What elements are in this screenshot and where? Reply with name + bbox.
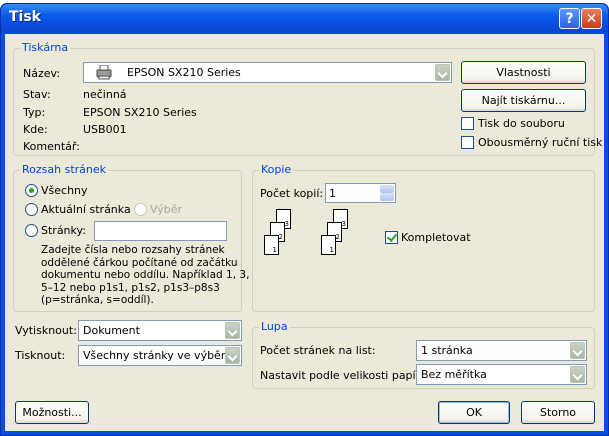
options-button[interactable]: Možnosti...: [15, 401, 89, 424]
print-which-value: Všechny stránky ve výběru: [83, 349, 233, 362]
pages-help-line: 5–12 nebo p1s1, p1s2, p1s3–p8s3: [41, 281, 220, 294]
chevron-down-icon[interactable]: [570, 366, 585, 383]
range-current-label[interactable]: Aktuální stránka: [41, 203, 131, 216]
zoom-legend: Lupa: [259, 320, 290, 333]
copies-count-label: Počet kopií:: [260, 187, 324, 200]
page-number: 3: [341, 220, 346, 228]
find-printer-button[interactable]: Najít tiskárnu...: [461, 89, 586, 112]
print-what-select[interactable]: Dokument: [78, 320, 242, 341]
dialog-body: Tiskárna Název: EPSON SX210 Series Stav:…: [5, 34, 604, 431]
pages-per-sheet-select[interactable]: 1 stránka: [416, 340, 587, 361]
pages-input[interactable]: [94, 221, 227, 241]
page-icon: 1: [264, 235, 279, 255]
chevron-down-icon[interactable]: [225, 322, 240, 339]
print-to-file-checkbox[interactable]: [461, 117, 474, 130]
print-which-select[interactable]: Všechny stránky ve výběru: [78, 345, 242, 366]
window-title: Tisk: [9, 9, 41, 25]
help-button[interactable]: ?: [559, 8, 580, 29]
close-button[interactable]: ✕: [581, 8, 602, 29]
printer-name-value: EPSON SX210 Series: [127, 66, 241, 79]
scale-label: Nastavit podle velikosti papíru:: [260, 369, 431, 382]
spin-up-icon[interactable]: [380, 185, 394, 193]
pages-help-line: dokumentu nebo oddílu. Například 1, 3,: [41, 269, 250, 281]
page-number: 3: [284, 220, 289, 228]
printer-legend: Tiskárna: [20, 41, 71, 54]
copies-legend: Kopie: [259, 163, 294, 176]
collate-checkbox[interactable]: [385, 231, 398, 244]
range-current-radio[interactable]: [25, 203, 38, 216]
where-value: USB001: [83, 123, 127, 136]
page-icon: 1: [321, 235, 336, 255]
copies-count-value: 1: [329, 187, 336, 200]
title-bar[interactable]: Tisk ? ✕: [1, 4, 608, 32]
print-what-label: Vytisknout:: [15, 324, 77, 337]
spin-down-icon[interactable]: [380, 193, 394, 201]
printer-icon: [96, 64, 112, 80]
printer-name-label: Název:: [23, 67, 61, 80]
pages-help-text: Zadejte čísla nebo rozsahy stránek odděl…: [41, 244, 249, 307]
pages-help-line: oddělené čárkou počítané od začátku: [41, 256, 238, 269]
print-to-file-label[interactable]: Tisk do souboru: [478, 117, 565, 130]
cancel-button[interactable]: Storno: [521, 401, 595, 424]
print-what-value: Dokument: [83, 324, 140, 337]
pages-help-line: (p=stránka, s=oddíl).: [41, 294, 154, 306]
collate-illustration: 3 2 1 3 2 1: [259, 208, 379, 264]
range-selection-radio[interactable]: [134, 203, 147, 216]
type-label: Typ:: [23, 106, 46, 119]
pages-help-line: Zadejte čísla nebo rozsahy stránek: [41, 244, 225, 256]
range-selection-label[interactable]: Výběr: [150, 203, 182, 216]
print-which-label: Tisknout:: [15, 349, 66, 362]
duplex-checkbox[interactable]: [461, 136, 474, 149]
range-all-radio[interactable]: [25, 184, 38, 197]
pages-per-sheet-label: Počet stránek na list:: [260, 344, 376, 357]
properties-button[interactable]: Vlastnosti: [461, 61, 586, 84]
range-pages-label[interactable]: Stránky:: [41, 224, 86, 237]
page-range-legend: Rozsah stránek: [20, 163, 109, 176]
collate-label[interactable]: Kompletovat: [401, 231, 471, 244]
type-value: EPSON SX210 Series: [83, 106, 197, 119]
printer-dropdown-arrow-icon[interactable]: [435, 64, 450, 81]
status-value: nečinná: [83, 88, 127, 101]
duplex-label[interactable]: Obousměrný ruční tisk: [478, 136, 602, 149]
scale-value: Bez měřítka: [421, 368, 487, 381]
range-pages-radio[interactable]: [25, 224, 38, 237]
page-number: 1: [272, 246, 277, 254]
page-number: 2: [335, 233, 340, 241]
page-number: 1: [329, 246, 334, 254]
range-all-label[interactable]: Všechny: [41, 184, 88, 197]
chevron-down-icon[interactable]: [225, 347, 240, 364]
copies-count-spinner[interactable]: 1: [325, 183, 396, 203]
ok-button[interactable]: OK: [438, 401, 510, 424]
status-label: Stav:: [23, 88, 51, 101]
help-icon: ?: [565, 11, 574, 27]
where-label: Kde:: [23, 123, 48, 136]
print-dialog: Tisk ? ✕ Tiskárna Název: EPSON SX210 Ser…: [0, 3, 609, 436]
page-number: 2: [278, 233, 283, 241]
chevron-down-icon[interactable]: [570, 342, 585, 359]
pages-per-sheet-value: 1 stránka: [421, 344, 473, 357]
scale-select[interactable]: Bez měřítka: [416, 364, 587, 385]
printer-select[interactable]: EPSON SX210 Series: [83, 62, 452, 83]
close-icon: ✕: [585, 11, 598, 27]
comment-label: Komentář:: [23, 140, 80, 153]
